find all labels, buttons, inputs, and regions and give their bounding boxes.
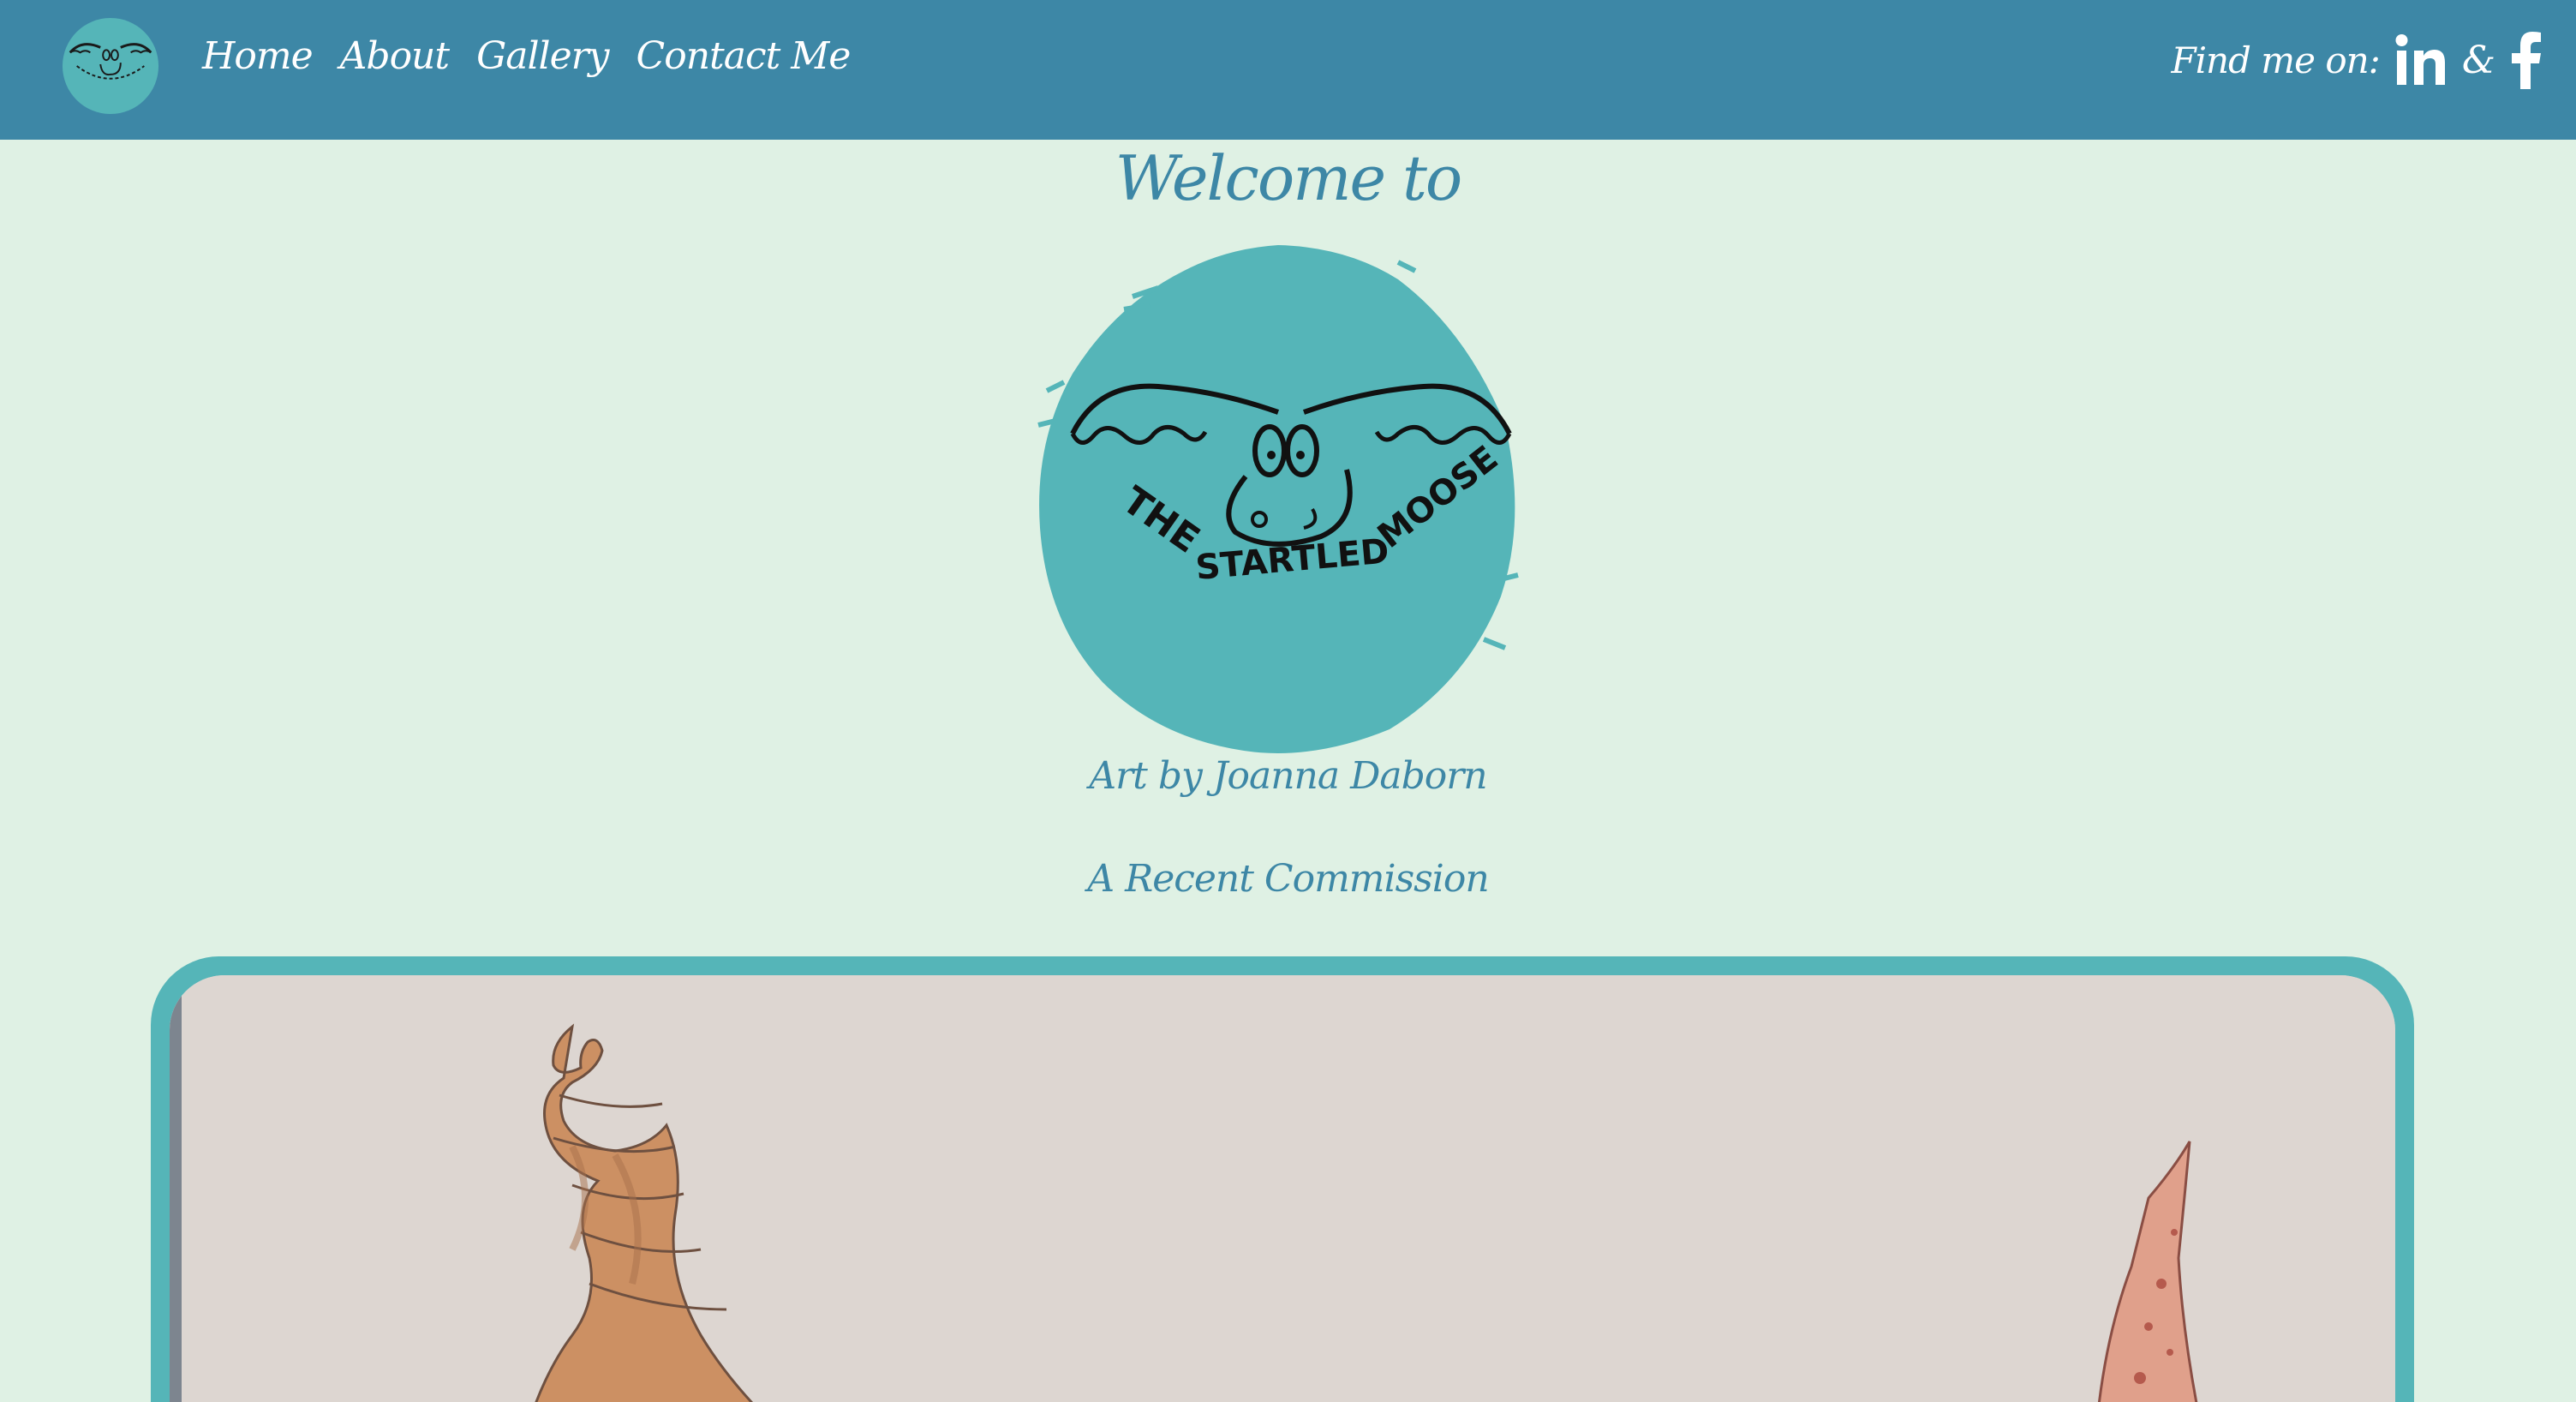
nav-contact-me[interactable]: Contact Me	[637, 34, 852, 78]
separator-ampersand: &	[2461, 38, 2495, 82]
commission-image-frame	[151, 956, 2414, 1402]
nav-links: Home About Gallery Contact Me	[202, 34, 852, 78]
social-links: Find me on: &	[2171, 31, 2542, 89]
top-navbar: Home About Gallery Contact Me Find me on…	[0, 0, 2576, 140]
startled-moose-logo-icon[interactable]	[60, 15, 161, 117]
commission-title: A Recent Commission	[1087, 857, 1489, 901]
nav-home[interactable]: Home	[202, 34, 314, 78]
startled-moose-hero-logo-icon: THE STARTLED MOOSE	[1037, 245, 1519, 753]
welcome-heading: Welcome to	[1115, 142, 1463, 214]
commission-image[interactable]	[170, 975, 2395, 1402]
artist-subtitle: Art by Joanna Daborn	[1089, 754, 1487, 798]
seashell-painting-icon	[170, 975, 2395, 1402]
nav-gallery[interactable]: Gallery	[476, 34, 609, 78]
nav-about[interactable]: About	[340, 34, 450, 78]
find-me-label: Find me on:	[2171, 39, 2380, 81]
facebook-icon[interactable]	[2511, 31, 2542, 89]
linkedin-icon[interactable]	[2395, 33, 2447, 87]
